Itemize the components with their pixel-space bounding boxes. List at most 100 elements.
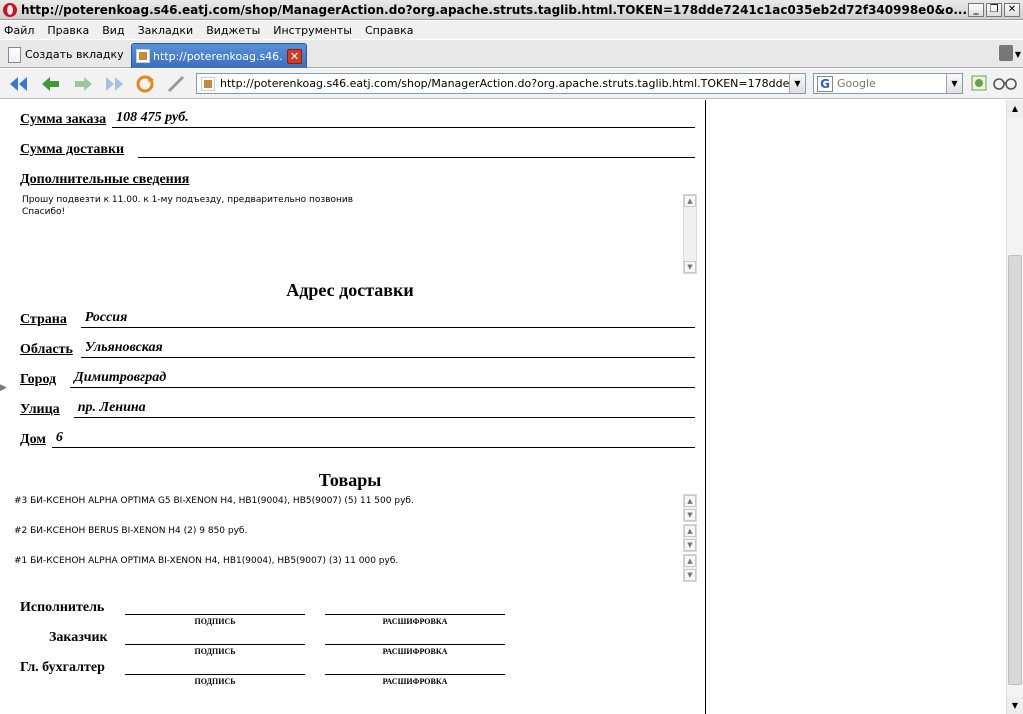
- goods-item-text: #2 БИ-КСЕНОН BERUS BI-XENON H4 (2) 9 850…: [14, 526, 248, 536]
- google-icon[interactable]: G: [817, 75, 833, 92]
- menu-widgets[interactable]: Виджеты: [206, 24, 260, 37]
- scroll-up-icon[interactable]: ▲: [684, 495, 696, 507]
- scroll-up-icon[interactable]: ▲: [684, 525, 696, 537]
- page-scrollbar[interactable]: ▲ ▼: [1006, 100, 1023, 714]
- back-arrow-icon: [42, 77, 59, 91]
- signature-line: [125, 644, 305, 645]
- page-divider: [705, 100, 706, 714]
- page-favicon-icon: [201, 76, 215, 91]
- scroll-up-icon[interactable]: ▲: [684, 195, 696, 207]
- goods-item-text: #3 БИ-КСЕНОН ALPHA OPTIMA G5 BI-XENON H4…: [14, 496, 414, 506]
- list-item[interactable]: #1 БИ-КСЕНОН ALPHA OPTIMA BI-XENON H4, H…: [14, 554, 697, 582]
- signature-row-executor: Исполнитель ПОДПИСЬ РАСШИФРОВКА: [20, 600, 520, 630]
- chevron-down-icon[interactable]: ▼: [946, 74, 962, 93]
- address-house-row: Дом 6: [20, 428, 695, 448]
- scroll-down-icon[interactable]: ▼: [684, 569, 696, 581]
- scroll-down-icon[interactable]: ▼: [1007, 697, 1023, 714]
- list-item[interactable]: #2 БИ-КСЕНОН BERUS BI-XENON H4 (2) 9 850…: [14, 524, 697, 552]
- list-item[interactable]: #3 БИ-КСЕНОН ALPHA OPTIMA G5 BI-XENON H4…: [14, 494, 697, 522]
- item-scrollbar[interactable]: ▲ ▼: [683, 524, 697, 552]
- textarea-scrollbar[interactable]: ▲ ▼: [683, 194, 697, 274]
- signature-caption: ПОДПИСЬ: [194, 677, 236, 686]
- scroll-up-icon[interactable]: ▲: [1007, 100, 1023, 117]
- rewind-button[interactable]: [8, 73, 30, 95]
- signature-row-accountant: Гл. бухгалтер ПОДПИСЬ РАСШИФРОВКА: [20, 660, 520, 690]
- region-label: Область: [20, 342, 73, 357]
- extra-info-row: Дополнительные сведения: [20, 168, 203, 188]
- tab-title: http://poterenkoag.s46....: [153, 49, 283, 63]
- scroll-down-icon[interactable]: ▼: [684, 539, 696, 551]
- chevron-down-icon[interactable]: ▼: [1015, 50, 1021, 59]
- rewind-icon: [10, 77, 27, 91]
- menu-bookmarks[interactable]: Закладки: [138, 24, 194, 37]
- window-title: http://poterenkoag.s46.eatj.com/shop/Man…: [21, 2, 968, 17]
- address-bar[interactable]: http://poterenkoag.s46.eatj.com/shop/Man…: [196, 73, 806, 94]
- city-value: Димитровград: [74, 370, 167, 385]
- menu-file[interactable]: Файл: [4, 24, 34, 37]
- street-label: Улица: [20, 402, 60, 417]
- menu-help[interactable]: Справка: [365, 24, 413, 37]
- goods-section-title: Товары: [318, 470, 382, 490]
- house-value: 6: [55, 430, 63, 445]
- edit-button[interactable]: [165, 73, 187, 95]
- fast-forward-icon: [106, 77, 123, 91]
- chevron-down-icon[interactable]: ▼: [789, 74, 805, 93]
- street-value: пр. Ленина: [77, 400, 146, 415]
- address-section-title: Адрес доставки: [286, 280, 414, 300]
- signature-role: Заказчик: [49, 630, 108, 645]
- item-scrollbar[interactable]: ▲ ▼: [683, 554, 697, 582]
- signature-line: [125, 674, 305, 675]
- address-city-row: Город Димитровград: [20, 368, 695, 388]
- decode-caption: РАСШИФРОВКА: [382, 617, 448, 626]
- signature-caption: ПОДПИСЬ: [194, 647, 236, 656]
- new-tab-label: Создать вкладку: [25, 48, 124, 61]
- feed-icon[interactable]: [970, 75, 988, 93]
- close-tab-button[interactable]: ✕: [287, 48, 302, 64]
- glasses-icon[interactable]: [993, 75, 1017, 93]
- country-label: Страна: [20, 312, 67, 327]
- menu-tools[interactable]: Инструменты: [273, 24, 352, 37]
- signature-line: [125, 614, 305, 615]
- extra-info-label: Дополнительные сведения: [20, 172, 190, 187]
- search-input[interactable]: [837, 77, 937, 90]
- menu-edit[interactable]: Правка: [47, 24, 89, 37]
- scroll-down-icon[interactable]: ▼: [684, 509, 696, 521]
- panel-toggle-icon[interactable]: ▶: [0, 383, 7, 393]
- scrollbar-thumb[interactable]: [1008, 255, 1022, 685]
- reload-button[interactable]: [134, 73, 156, 95]
- address-url[interactable]: http://poterenkoag.s46.eatj.com/shop/Man…: [220, 77, 789, 90]
- page-favicon-icon: [136, 49, 150, 63]
- search-box[interactable]: G ▼: [813, 73, 963, 94]
- close-window-button[interactable]: ✕: [1004, 2, 1020, 17]
- decode-line: [325, 644, 505, 645]
- fast-forward-button[interactable]: [103, 73, 125, 95]
- decode-caption: РАСШИФРОВКА: [382, 677, 448, 686]
- new-tab-button[interactable]: Создать вкладку: [8, 43, 124, 66]
- address-street-row: Улица пр. Ленина: [20, 398, 695, 418]
- item-scrollbar[interactable]: ▲ ▼: [683, 494, 697, 522]
- trash-icon[interactable]: [999, 45, 1013, 61]
- scroll-down-icon[interactable]: ▼: [684, 261, 696, 273]
- country-value: Россия: [84, 310, 128, 325]
- scroll-up-icon[interactable]: ▲: [684, 555, 696, 567]
- opera-logo-icon: [3, 2, 17, 17]
- new-document-icon: [8, 46, 21, 63]
- forward-button[interactable]: [72, 73, 94, 95]
- maximize-button[interactable]: ❐: [986, 2, 1002, 17]
- order-sum-value: 108 475 руб.: [116, 110, 189, 125]
- minimize-button[interactable]: _: [968, 2, 984, 17]
- decode-line: [325, 674, 505, 675]
- address-region-row: Область Ульяновская: [20, 338, 695, 358]
- extra-info-textarea[interactable]: Прошу подвезти к 11.00. к 1-му подъезду,…: [20, 192, 697, 274]
- city-label: Город: [20, 372, 57, 387]
- order-sum-row: Сумма заказа 108 475 руб.: [20, 108, 695, 128]
- back-button[interactable]: [40, 73, 62, 95]
- reload-icon: [136, 75, 154, 93]
- pencil-icon: [167, 75, 185, 93]
- house-label: Дом: [20, 432, 46, 447]
- goods-item-text: #1 БИ-КСЕНОН ALPHA OPTIMA BI-XENON H4, H…: [14, 556, 399, 566]
- navigation-toolbar: http://poterenkoag.s46.eatj.com/shop/Man…: [0, 69, 1023, 99]
- address-country-row: Страна Россия: [20, 308, 695, 328]
- menu-view[interactable]: Вид: [102, 24, 124, 37]
- tab-active[interactable]: http://poterenkoag.s46.... ✕: [131, 43, 307, 68]
